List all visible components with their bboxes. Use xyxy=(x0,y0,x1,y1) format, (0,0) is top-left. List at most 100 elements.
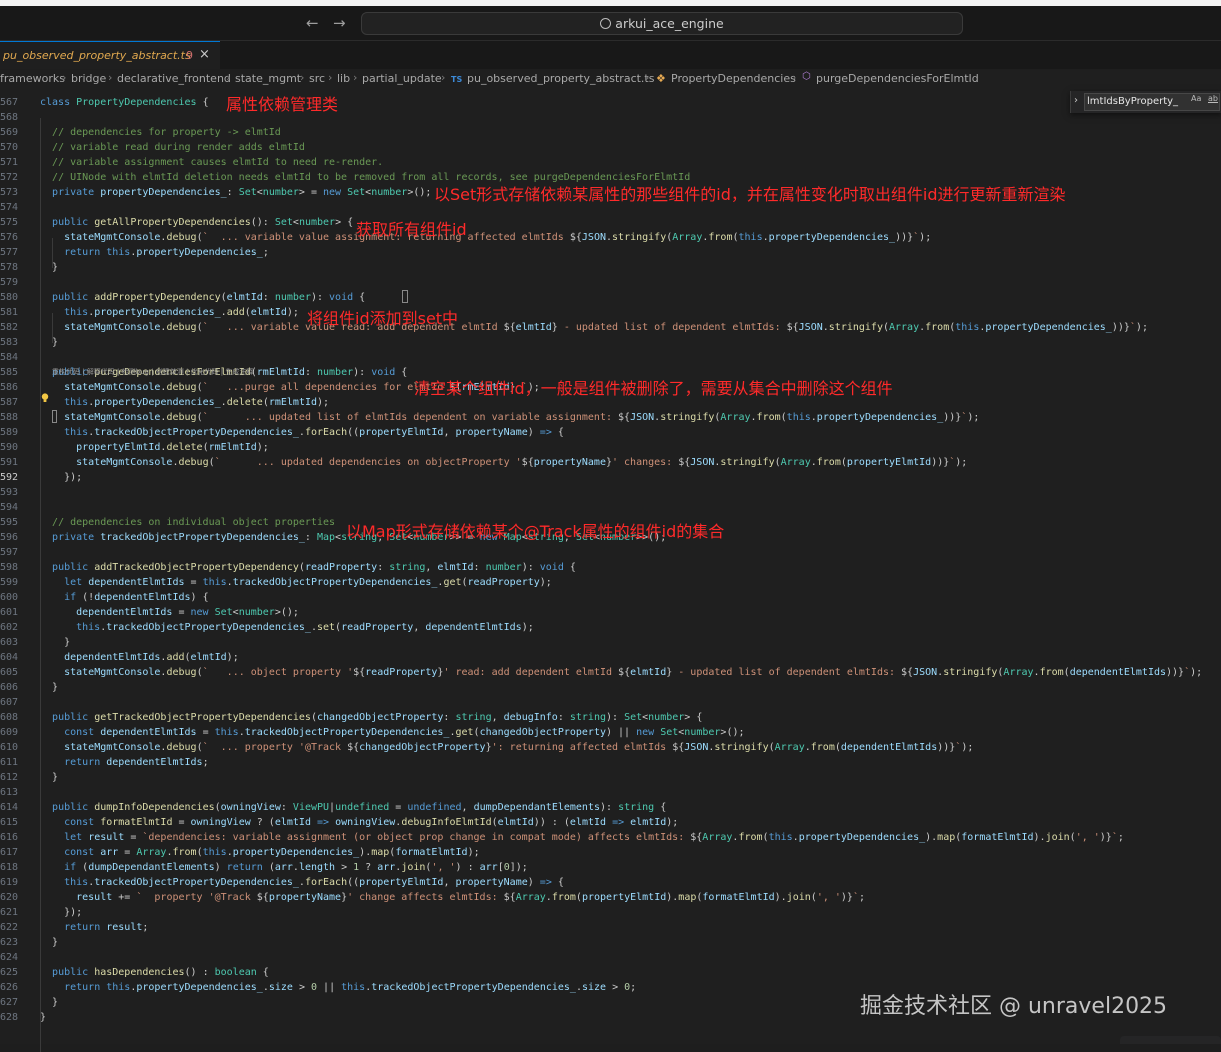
line-number: 611 xyxy=(0,757,19,768)
code-text: this.propertyDependencies_.delete(rmElmt… xyxy=(64,397,330,408)
line-number: 618 xyxy=(0,862,19,873)
annotation-map-storage: 以Map形式存储依赖某个@Track属性的组件id的集合 xyxy=(346,522,725,541)
tab-bar: pu_observed_property_abstract.ts 9 × xyxy=(0,41,1221,69)
code-line: 625 public hasDependencies() : boolean { xyxy=(0,965,1221,980)
breadcrumb-item-bridge[interactable]: bridge xyxy=(71,72,106,85)
line-number: 602 xyxy=(0,622,19,633)
line-number: 609 xyxy=(0,727,19,738)
line-number: 592 xyxy=(0,472,19,483)
line-number: 579 xyxy=(0,277,19,288)
code-text: return this.propertyDependencies_.size >… xyxy=(64,982,637,993)
command-center-search[interactable]: arkui_ace_engine xyxy=(361,12,963,35)
code-text: stateMgmtConsole.debug(` ... property '@… xyxy=(64,742,974,753)
arrow-right-icon[interactable]: → xyxy=(333,14,346,32)
line-number: 624 xyxy=(0,952,19,963)
code-text: stateMgmtConsole.debug(` ... variable va… xyxy=(64,232,932,243)
chevron-right-icon: › xyxy=(62,71,67,84)
tab-problem-count: 9 xyxy=(186,49,193,62)
code-line: 571 // variable assignment causes elmtId… xyxy=(0,155,1221,170)
code-text: stateMgmtConsole.debug(` ... variable va… xyxy=(64,322,1148,333)
line-number: 596 xyxy=(0,532,19,543)
code-line: 609 const dependentElmtIds = this.tracke… xyxy=(0,725,1221,740)
line-number: 586 xyxy=(0,382,19,393)
title-bar: ← → arkui_ace_engine xyxy=(0,6,1221,41)
breadcrumb-item-declarative-frontend[interactable]: declarative_frontend xyxy=(117,72,231,85)
line-number: 626 xyxy=(0,982,19,993)
code-text: let result = `dependencies: variable ass… xyxy=(64,832,1124,843)
code-editor[interactable]: 567 class PropertyDependencies {568 569 //… xyxy=(0,88,1221,1052)
lightbulb-icon[interactable] xyxy=(41,393,49,403)
breadcrumb-item-method[interactable]: purgeDependenciesForElmtId xyxy=(816,72,979,85)
line-number: 610 xyxy=(0,742,19,753)
line-number: 582 xyxy=(0,322,19,333)
code-text: // variable read during render adds elmt… xyxy=(52,142,305,153)
code-line: 593 xyxy=(0,485,1221,500)
chevron-right-icon: › xyxy=(328,71,333,84)
code-line: 605 stateMgmtConsole.debug(` ... object … xyxy=(0,665,1221,680)
code-text: } xyxy=(40,637,71,648)
line-number: 620 xyxy=(0,892,19,903)
code-text: if (!dependentElmtIds) { xyxy=(64,592,209,603)
tab-label: pu_observed_property_abstract.ts xyxy=(3,49,191,62)
line-number: 598 xyxy=(0,562,19,573)
tab-pu-observed-property-abstract[interactable]: pu_observed_property_abstract.ts 9 × xyxy=(0,41,220,69)
annotation-purge: 清空某个组件id，一般是组件被删除了，需要从集合中删除这个组件 xyxy=(414,379,893,398)
line-number: 590 xyxy=(0,442,19,453)
line-number: 613 xyxy=(0,787,19,798)
line-number: 627 xyxy=(0,997,19,1008)
line-number: 607 xyxy=(0,697,19,708)
breadcrumb-item-class[interactable]: PropertyDependencies xyxy=(671,72,796,85)
code-text: return this.propertyDependencies_; xyxy=(64,247,269,258)
code-text: this.trackedObjectPropertyDependencies_.… xyxy=(64,427,564,438)
code-line: 580 public addPropertyDependency(elmtId:… xyxy=(0,290,1221,305)
whole-word-toggle[interactable]: ab xyxy=(1208,94,1218,103)
line-number: 594 xyxy=(0,502,19,513)
line-number: 616 xyxy=(0,832,19,843)
line-number: 567 xyxy=(0,97,19,108)
breadcrumb-item-src[interactable]: src xyxy=(309,72,325,85)
code-line: 583 } xyxy=(0,335,1221,350)
line-number: 600 xyxy=(0,592,19,603)
line-number: 585 xyxy=(0,367,19,378)
code-line: 592 }); xyxy=(0,470,1221,485)
code-text: public dumpInfoDependencies(owningView: … xyxy=(52,802,667,813)
code-line: 594 xyxy=(0,500,1221,515)
code-text: if (dumpDependantElements) return (arr.l… xyxy=(64,862,528,873)
breadcrumb-item-state-mgmt[interactable]: state_mgmt xyxy=(235,72,301,85)
breadcrumb-item-lib[interactable]: lib xyxy=(337,72,350,85)
arrow-left-icon[interactable]: ← xyxy=(306,14,319,32)
code-line: 597 xyxy=(0,545,1221,560)
code-line: 600 if (!dependentElmtIds) { xyxy=(0,590,1221,605)
match-case-toggle[interactable]: Aa xyxy=(1191,94,1201,103)
code-line: 581 this.propertyDependencies_.add(elmtI… xyxy=(0,305,1221,320)
code-text: propertyElmtId.delete(rmElmtId); xyxy=(76,442,269,453)
code-text: const arr = Array.from(this.propertyDepe… xyxy=(64,847,480,858)
chevron-right-icon[interactable]: › xyxy=(1074,95,1078,106)
code-text: // dependencies for property -> elmtId xyxy=(52,127,281,138)
code-line: 584 xyxy=(0,350,1221,365)
line-number: 591 xyxy=(0,457,19,468)
line-number: 576 xyxy=(0,232,19,243)
line-number: 606 xyxy=(0,682,19,693)
code-text: const formatElmtId = owningView ? (elmtI… xyxy=(64,817,679,828)
close-icon[interactable]: × xyxy=(199,47,210,62)
text-cursor xyxy=(52,410,57,423)
breadcrumb-item-file[interactable]: pu_observed_property_abstract.ts xyxy=(467,72,654,85)
ai-codelens[interactable]: 重构代码 | 解释代码 | 检测bug | 创建单测 | 优化代码 | 生成注释 xyxy=(52,367,253,377)
code-text: this.trackedObjectPropertyDependencies_.… xyxy=(64,877,564,888)
line-number: 628 xyxy=(0,1012,19,1023)
code-line: 614 public dumpInfoDependencies(owningVi… xyxy=(0,800,1221,815)
method-icon: ⬡ xyxy=(802,71,811,82)
code-text: return result; xyxy=(64,922,149,933)
code-line: 622 return result; xyxy=(0,920,1221,935)
chevron-right-icon: › xyxy=(108,71,113,84)
code-line: 578 } xyxy=(0,260,1221,275)
line-number: 578 xyxy=(0,262,19,273)
line-number: 577 xyxy=(0,247,19,258)
breadcrumb-item-partial-update[interactable]: partial_update xyxy=(362,72,442,85)
code-text: return dependentElmtIds; xyxy=(64,757,209,768)
breadcrumb-item-frameworks[interactable]: frameworks xyxy=(0,72,65,85)
code-text: this.trackedObjectPropertyDependencies_.… xyxy=(76,622,534,633)
code-line: 620 result += ` property '@Track ${prope… xyxy=(0,890,1221,905)
line-number: 603 xyxy=(0,637,19,648)
